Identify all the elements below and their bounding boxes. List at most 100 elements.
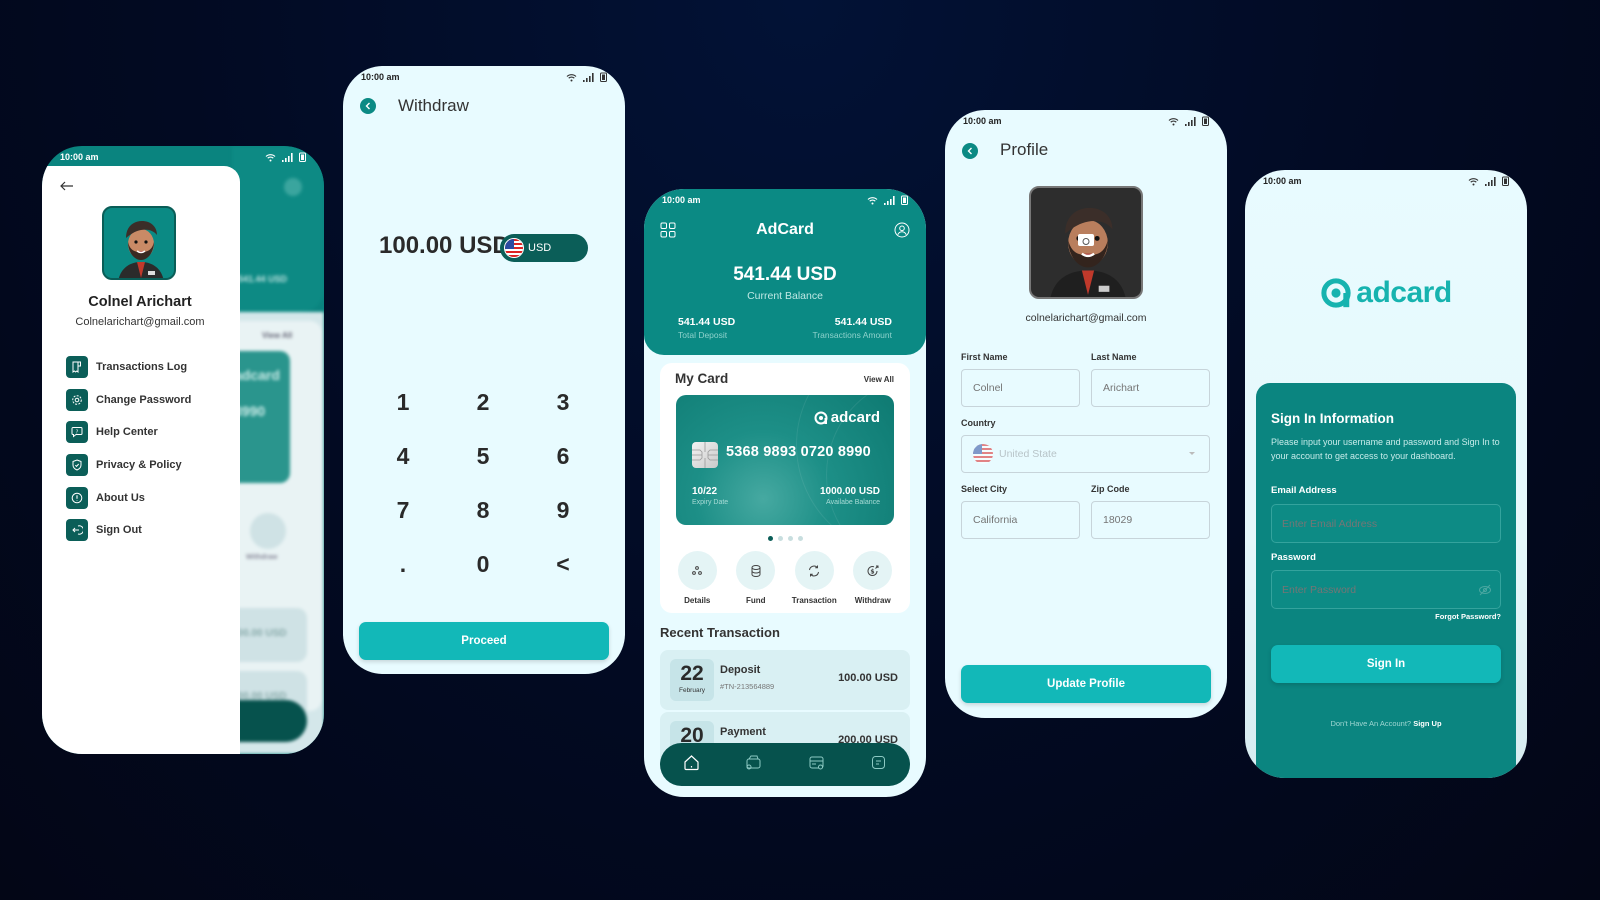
menu-item-transactions-log[interactable]: Transactions Log — [66, 351, 191, 384]
menu-item-sign-out[interactable]: Sign Out — [66, 514, 191, 547]
signup-prompt: Don't Have An Account? Sign Up — [1330, 719, 1442, 728]
password-input[interactable] — [1271, 570, 1501, 609]
transaction-type: Payment — [720, 726, 766, 738]
battery-icon — [299, 152, 306, 162]
card-chip-icon — [692, 442, 718, 468]
wifi-icon — [1168, 117, 1179, 125]
nav-reports[interactable] — [870, 754, 887, 776]
action-details[interactable]: Details — [669, 551, 725, 605]
action-withdraw[interactable]: $ Withdraw — [845, 551, 901, 605]
back-button[interactable] — [360, 98, 376, 114]
drawer-menu: Transactions Log Change Password ? Help … — [66, 351, 191, 547]
key-5[interactable]: 5 — [443, 442, 523, 470]
status-time: 10:00 am — [963, 116, 1002, 126]
chevron-left-icon — [967, 147, 972, 155]
transaction-row[interactable]: 22 February Deposit #TN-213564889 100.00… — [660, 650, 910, 710]
key-2[interactable]: 2 — [443, 388, 523, 416]
current-balance: 541.44 USD — [733, 264, 837, 285]
zip-code-label: Zip Code — [1091, 484, 1130, 494]
user-circle-icon — [894, 222, 910, 238]
action-fund[interactable]: Fund — [728, 551, 784, 605]
blurred-user-icon — [284, 178, 302, 196]
proceed-button[interactable]: Proceed — [359, 622, 609, 660]
coins-icon — [751, 564, 761, 577]
carousel-dot[interactable] — [797, 536, 803, 541]
page-title: Withdraw — [398, 96, 469, 115]
email-input[interactable] — [1271, 504, 1501, 543]
nav-wallet[interactable] — [745, 754, 762, 776]
battery-icon — [901, 195, 908, 205]
svg-text:?: ? — [76, 430, 79, 436]
nav-cards[interactable] — [808, 754, 825, 776]
card-available-label: Availabe Balance — [826, 499, 880, 506]
receipt-icon — [66, 356, 88, 379]
action-transaction[interactable]: Transaction — [786, 551, 842, 605]
key-1[interactable]: 1 — [363, 388, 443, 416]
current-balance-label: Current Balance — [747, 290, 823, 302]
gear-icon — [66, 388, 88, 411]
phone-withdraw-screen: 10:00 am Withdraw 100.00 USD USD 1 2 3 4… — [343, 66, 625, 674]
user-name: Colnel Arichart — [88, 294, 192, 310]
first-name-input[interactable] — [961, 369, 1080, 407]
back-button[interactable] — [962, 143, 978, 159]
adcard-logo: adcard — [1245, 276, 1527, 310]
total-deposit-stat: 541.44 USD Total Deposit — [678, 316, 736, 340]
view-all-link[interactable]: View All — [864, 375, 894, 384]
profile-button[interactable] — [894, 222, 910, 243]
chevron-down-icon — [1189, 452, 1195, 455]
app-title: AdCard — [756, 221, 814, 238]
blurred-view-all: View All — [262, 331, 293, 340]
key-backspace[interactable]: < — [523, 550, 603, 578]
avatar[interactable] — [102, 206, 176, 280]
signal-icon — [884, 195, 895, 205]
nav-home[interactable] — [683, 754, 700, 776]
currency-selector[interactable]: USD — [500, 234, 588, 262]
last-name-input[interactable] — [1091, 369, 1210, 407]
transaction-amount: 100.00 USD — [838, 672, 898, 684]
forgot-password-link[interactable]: Forgot Password? — [1435, 612, 1501, 621]
key-8[interactable]: 8 — [443, 496, 523, 524]
credit-card[interactable]: adcard 5368 9893 0720 8990 10/22 Expiry … — [676, 395, 894, 525]
country-select[interactable]: United State — [961, 435, 1210, 473]
withdraw-amount-display: 100.00 USD — [379, 232, 510, 259]
menu-item-privacy-policy[interactable]: Privacy & Policy — [66, 449, 191, 482]
card-check-icon — [809, 756, 824, 769]
my-card-title: My Card — [675, 371, 729, 386]
card-expiry-label: Expiry Date — [692, 499, 729, 506]
menu-item-help-center[interactable]: ? Help Center — [66, 416, 191, 449]
key-6[interactable]: 6 — [523, 442, 603, 470]
wifi-icon — [867, 196, 878, 204]
key-0[interactable]: 0 — [443, 550, 523, 578]
camera-icon — [1078, 234, 1094, 246]
update-profile-button[interactable]: Update Profile — [961, 665, 1211, 703]
sign-up-link[interactable]: Sign Up — [1413, 719, 1441, 728]
key-4[interactable]: 4 — [363, 442, 443, 470]
avatar-illustration — [118, 221, 164, 278]
key-7[interactable]: 7 — [363, 496, 443, 524]
carousel-dot[interactable] — [767, 536, 773, 541]
back-button[interactable] — [60, 178, 74, 196]
toggle-password-visibility[interactable] — [1478, 583, 1492, 601]
key-decimal[interactable]: . — [363, 550, 443, 578]
signal-icon — [1485, 176, 1496, 186]
shield-check-icon — [66, 454, 88, 477]
wifi-icon — [265, 153, 276, 161]
profile-photo-upload[interactable] — [1029, 186, 1143, 299]
menu-item-change-password[interactable]: Change Password — [66, 384, 191, 417]
zip-code-input[interactable] — [1091, 501, 1210, 539]
transaction-type: Deposit — [720, 664, 761, 676]
key-3[interactable]: 3 — [523, 388, 603, 416]
profile-email: colnelarichart@gmail.com — [1025, 312, 1147, 324]
carousel-dot[interactable] — [787, 536, 793, 541]
page-title: Profile — [1000, 140, 1049, 159]
signin-description: Please input your username and password … — [1271, 437, 1500, 461]
menu-item-about-us[interactable]: About Us — [66, 481, 191, 514]
city-input[interactable] — [961, 501, 1080, 539]
key-9[interactable]: 9 — [523, 496, 603, 524]
sign-in-button[interactable]: Sign In — [1271, 645, 1501, 683]
carousel-dot[interactable] — [777, 536, 783, 541]
status-bar: 10:00 am — [644, 189, 926, 211]
adcard-logo-icon — [814, 411, 828, 424]
status-time: 10:00 am — [361, 72, 400, 82]
battery-icon — [1202, 116, 1209, 126]
